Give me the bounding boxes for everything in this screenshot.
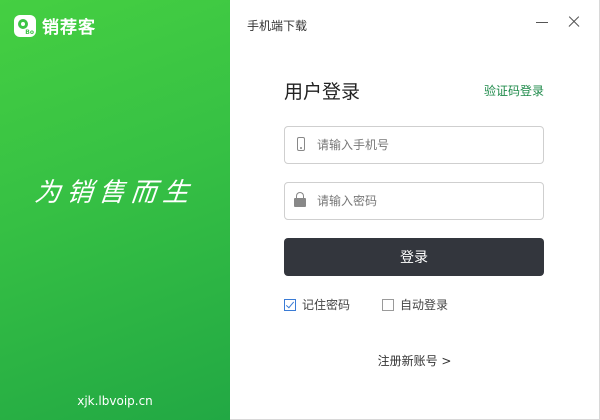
login-window: Bo 销荐客 为销售而生 xjk.lbvoip.cn 手机端下载 用户登录 验证…	[0, 0, 600, 420]
logo-badge: Bo	[25, 28, 34, 36]
remember-password-checkbox[interactable]	[284, 298, 296, 311]
auto-login-checkbox[interactable]	[382, 298, 394, 311]
auto-login-label: 自动登录	[400, 298, 449, 312]
lock-icon	[285, 183, 315, 219]
sms-login-link[interactable]: 验证码登录	[484, 82, 544, 99]
password-field[interactable]	[284, 182, 544, 220]
login-button[interactable]: 登录	[284, 238, 544, 276]
logo-icon: Bo	[14, 14, 36, 37]
site-url: xjk.lbvoip.cn	[77, 394, 153, 408]
logo: Bo 销荐客	[14, 13, 96, 38]
phone-field[interactable]	[284, 126, 544, 164]
slogan: 为销售而生	[33, 178, 197, 208]
remember-password-option[interactable]: 记住密码	[284, 296, 350, 313]
login-title: 用户登录	[284, 81, 361, 103]
phone-icon	[285, 127, 315, 163]
mobile-download-link[interactable]: 手机端下载	[247, 17, 307, 34]
register-link[interactable]: 注册新账号 >	[230, 352, 599, 369]
login-panel: 手机端下载 用户登录 验证码登录 登录 记住密码 自动登录 注册新账号 >	[230, 0, 600, 420]
remember-password-label: 记住密码	[302, 298, 351, 312]
password-input[interactable]	[315, 185, 539, 217]
brand-panel: Bo 销荐客 为销售而生 xjk.lbvoip.cn	[0, 0, 230, 420]
close-icon[interactable]	[562, 10, 586, 34]
brand-name: 销荐客	[42, 18, 96, 38]
phone-input[interactable]	[315, 129, 539, 161]
auto-login-option[interactable]: 自动登录	[382, 296, 448, 313]
minimize-icon[interactable]	[530, 10, 554, 34]
